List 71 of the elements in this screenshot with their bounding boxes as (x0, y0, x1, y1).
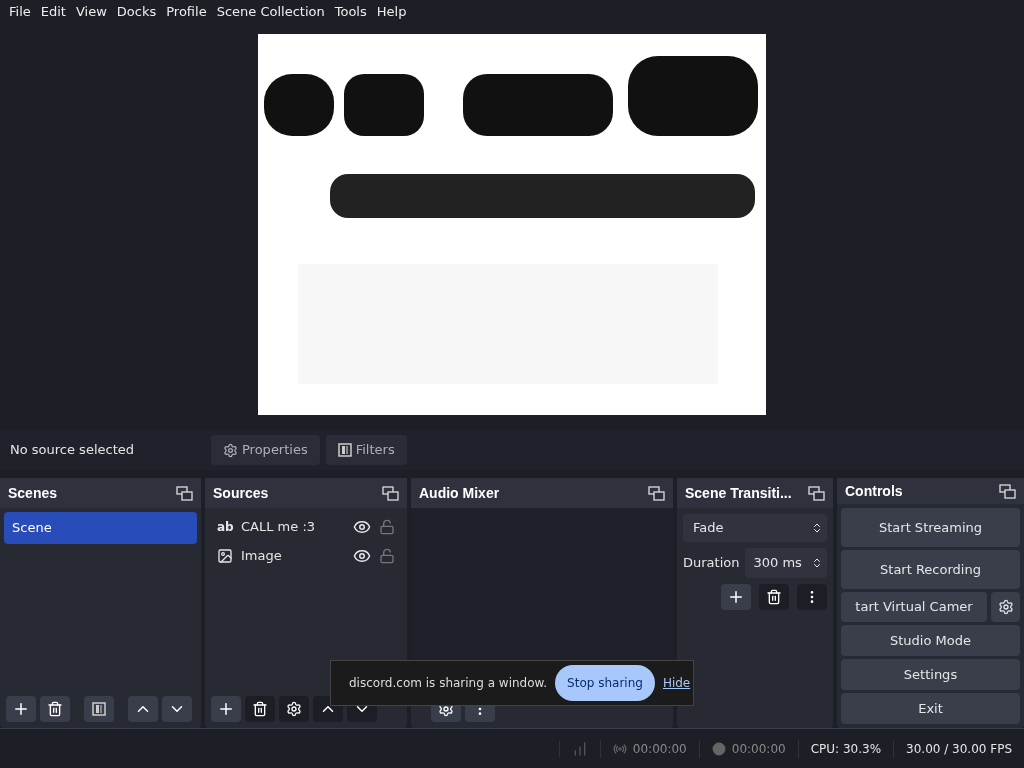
settings-icon (997, 599, 1014, 615)
menu-item[interactable]: Help (371, 2, 412, 22)
record-time: 00:00:00 (731, 740, 786, 758)
control-button[interactable]: Studio Mode (841, 625, 1020, 656)
control-button[interactable]: Exit (841, 693, 1020, 724)
source-item[interactable]: CALL me :3 (241, 516, 345, 537)
add-button[interactable] (6, 696, 36, 722)
source-item[interactable]: Image (241, 545, 345, 566)
menu-item[interactable]: View (70, 2, 112, 22)
virtual-camera-button[interactable]: tart Virtual Camer (841, 592, 987, 622)
delete-button[interactable] (40, 696, 70, 722)
undock-icon[interactable] (999, 483, 1016, 499)
add-button[interactable] (721, 584, 751, 610)
spinner-icon (811, 522, 823, 534)
undock-icon[interactable] (648, 485, 665, 501)
image-icon (217, 547, 233, 564)
cpu-usage: CPU: 30.3% (810, 741, 882, 756)
plus-icon (727, 588, 745, 606)
filters-button[interactable] (84, 696, 114, 722)
unlocked-icon[interactable] (379, 547, 395, 564)
control-button[interactable]: Start Streaming (841, 508, 1020, 547)
more-button[interactable] (797, 584, 827, 610)
stop-sharing-button[interactable]: Stop sharing (555, 665, 655, 701)
trash-icon (252, 701, 268, 717)
dock-title: Audio Mixer (419, 483, 500, 503)
settings-button[interactable] (279, 696, 309, 722)
delete-button[interactable] (245, 696, 275, 722)
move-down-button[interactable] (162, 696, 192, 722)
filters-button[interactable]: Filters (325, 435, 407, 465)
spinner-icon (811, 557, 823, 569)
add-button[interactable] (211, 696, 241, 722)
dock-title: Scenes (8, 483, 58, 503)
stream-time: 00:00:00 (632, 740, 687, 758)
control-button[interactable]: Start Recording (841, 550, 1020, 589)
undock-icon[interactable] (808, 485, 825, 501)
filter-icon (92, 702, 106, 716)
fps-readout: 30.00 / 30.00 FPS (906, 741, 1012, 756)
status-label: No source selected (10, 441, 135, 460)
undock-icon[interactable] (382, 485, 399, 501)
settings-icon (223, 442, 238, 458)
filter-icon (337, 443, 352, 457)
hide-link[interactable]: Hide (662, 674, 691, 692)
menu-item[interactable]: Docks (111, 2, 162, 22)
menu-item[interactable]: Profile (161, 2, 212, 22)
menu-item[interactable]: Tools (329, 2, 372, 22)
transition-select[interactable]: Fade (683, 514, 827, 542)
menu-item[interactable]: Scene Collection (211, 2, 330, 22)
move-up-button[interactable] (128, 696, 158, 722)
stream-icon (612, 741, 627, 756)
scene-item[interactable]: Scene (4, 512, 197, 544)
trash-icon (47, 701, 63, 717)
dock-title: Scene Transiti... (685, 483, 792, 503)
settings-icon (286, 701, 302, 717)
duration-label: Duration (683, 554, 740, 573)
delete-button[interactable] (759, 584, 789, 610)
dock-title: Sources (213, 483, 269, 503)
record-icon (711, 741, 726, 756)
trash-icon (766, 589, 782, 605)
menu-item[interactable]: Edit (35, 2, 71, 22)
unlocked-icon[interactable] (379, 518, 395, 535)
notification-text: discord.com is sharing a window. (349, 675, 548, 692)
text-icon: ab (217, 517, 233, 536)
properties-button[interactable]: Properties (211, 435, 320, 465)
undock-icon[interactable] (176, 485, 193, 501)
settings-button[interactable] (991, 592, 1020, 622)
duration-field[interactable]: 300 ms (745, 548, 827, 578)
plus-icon (12, 700, 30, 718)
control-button[interactable]: Settings (841, 659, 1020, 690)
dock-title: Controls (845, 481, 903, 501)
menu-item[interactable]: File (4, 2, 36, 22)
plus-icon (217, 700, 235, 718)
